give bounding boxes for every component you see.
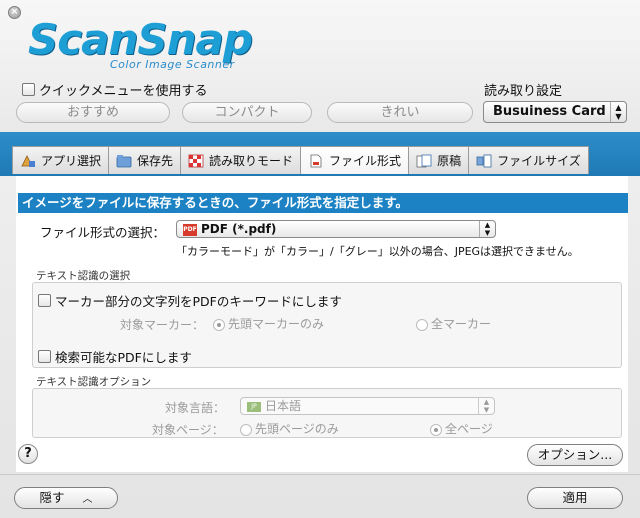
apply-button[interactable]: 適用 <box>527 487 623 509</box>
pdf-file-icon: PDF <box>183 223 197 236</box>
tab-save-location[interactable]: 保存先 <box>109 146 182 174</box>
hide-button-label: 隠す <box>39 490 65 505</box>
radio-first-page[interactable]: 先頭ページのみ <box>240 420 339 437</box>
language-value: 日本語 <box>265 399 302 413</box>
profile-recommended-button[interactable]: おすすめ <box>16 102 170 123</box>
panel-header: イメージをファイルに保存するときの、ファイル形式を指定します。 <box>18 193 628 213</box>
checkbox-icon[interactable] <box>22 83 35 96</box>
tab-save-location-label: 保存先 <box>137 154 174 168</box>
file-format-value: PDF (*.pdf) <box>201 222 277 236</box>
target-pages-label: 対象ページ： <box>152 423 224 437</box>
format-note: 「カラーモード」が「カラー」/「グレー」以外の場合、JPEGは選択できません。 <box>176 245 579 258</box>
radio-icon[interactable] <box>416 318 428 331</box>
updown-arrows-icon: ▲ ▼ <box>610 102 626 122</box>
updown-arrows-icon: ▲ ▼ <box>478 398 494 414</box>
profile-compact-button[interactable]: コンパクト <box>182 102 312 123</box>
settings-tabs: アプリ選択 保存先 読み取りモード ファイル形式 原稿 ファイルサイズ <box>12 146 589 174</box>
document-icon <box>308 154 324 168</box>
tab-document[interactable]: 原稿 <box>409 146 470 174</box>
chevron-up-icon: ︿ <box>82 494 93 505</box>
checkbox-icon[interactable] <box>38 294 51 307</box>
read-settings-value: Busuiness Card <box>493 104 606 119</box>
logo-subtitle: Color Image Scanner <box>110 58 235 71</box>
file-format-select[interactable]: PDF PDF (*.pdf) ▲ ▼ <box>176 220 496 238</box>
tab-read-mode[interactable]: 読み取りモード <box>181 146 302 174</box>
radio-all-markers[interactable]: 全マーカー <box>416 315 491 332</box>
checkerboard-icon <box>188 154 204 168</box>
text-recognition-options-title: テキスト認識オプション <box>36 376 152 388</box>
japanese-flag-icon: JP <box>247 401 261 412</box>
radio-first-marker[interactable]: 先頭マーカーのみ <box>213 315 324 332</box>
tab-app-select[interactable]: アプリ選択 <box>12 146 110 174</box>
close-icon[interactable]: × <box>8 6 21 19</box>
format-select-label: ファイル形式の選択： <box>40 225 166 240</box>
footer-divider <box>0 474 640 475</box>
scansnap-logo: ScanSnap Color Image Scanner <box>28 15 308 72</box>
tab-document-label: 原稿 <box>437 154 462 168</box>
searchable-pdf-label: 検索可能なPDFにします <box>55 350 192 365</box>
radio-all-markers-label: 全マーカー <box>431 317 492 331</box>
profile-fine-button[interactable]: きれい <box>327 102 473 123</box>
radio-icon[interactable] <box>240 423 252 436</box>
tab-file-format-label: ファイル形式 <box>329 154 402 168</box>
pages-icon <box>416 154 432 168</box>
quick-menu-label: クイックメニューを使用する <box>39 84 208 99</box>
text-recognition-section-title: テキスト認識の選択 <box>36 270 131 282</box>
marker-keyword-label: マーカー部分の文字列をPDFのキーワードにします <box>55 294 342 309</box>
options-button[interactable]: オプション... <box>527 444 623 466</box>
radio-first-marker-label: 先頭マーカーのみ <box>228 317 325 331</box>
hide-button[interactable]: 隠す ︿ <box>14 487 118 509</box>
updown-arrows-icon: ▲ ▼ <box>479 221 495 237</box>
tab-file-format[interactable]: ファイル形式 <box>301 146 410 174</box>
radio-icon[interactable] <box>430 423 442 436</box>
marker-keyword-checkbox[interactable]: マーカー部分の文字列をPDFのキーワードにします <box>38 291 342 310</box>
help-icon[interactable]: ? <box>18 444 38 464</box>
tab-app-select-label: アプリ選択 <box>41 154 102 168</box>
language-select[interactable]: JP 日本語 ▲ ▼ <box>240 397 495 415</box>
read-settings-label: 読み取り設定 <box>484 84 563 99</box>
language-label: 対象言語： <box>165 401 226 415</box>
read-settings-select[interactable]: Busuiness Card ▲ ▼ <box>483 101 627 123</box>
size-icon <box>476 154 492 168</box>
quick-menu-checkbox[interactable]: クイックメニューを使用する <box>22 80 207 99</box>
tab-file-size[interactable]: ファイルサイズ <box>469 146 589 174</box>
radio-all-pages[interactable]: 全ページ <box>430 420 493 437</box>
radio-all-pages-label: 全ページ <box>445 422 493 436</box>
checkbox-icon[interactable] <box>38 350 51 363</box>
radio-icon[interactable] <box>213 318 225 331</box>
logo-title: ScanSnap <box>28 15 253 64</box>
target-marker-label: 対象マーカー： <box>120 318 205 332</box>
tab-file-size-label: ファイルサイズ <box>497 154 581 168</box>
searchable-pdf-checkbox[interactable]: 検索可能なPDFにします <box>38 347 192 366</box>
radio-first-page-label: 先頭ページのみ <box>255 422 339 436</box>
app-icon <box>20 154 36 168</box>
tab-read-mode-label: 読み取りモード <box>209 154 294 168</box>
folder-icon <box>116 154 132 168</box>
